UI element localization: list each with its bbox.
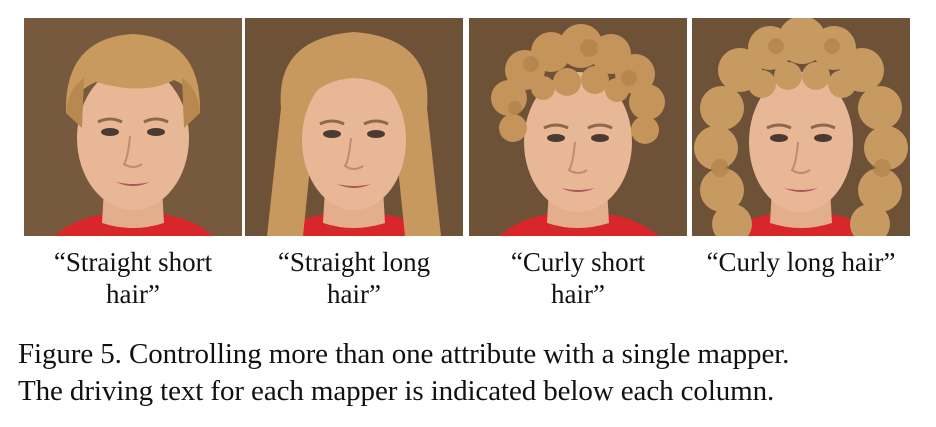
label-line-1: “Straight short bbox=[53, 247, 213, 277]
panel-straight-long: “Straight long hair” bbox=[245, 18, 463, 309]
label-line-2: hair” bbox=[327, 279, 381, 309]
panel-curly-long: “Curly long hair” bbox=[692, 18, 910, 277]
face-illustration bbox=[469, 18, 687, 236]
label-line-2: hair” bbox=[106, 279, 160, 309]
face-illustration bbox=[24, 18, 242, 236]
panel-label: “Curly long hair” bbox=[680, 246, 922, 278]
face-illustration bbox=[245, 18, 463, 236]
face-photo-curly-short bbox=[469, 18, 687, 236]
panel-straight-short: “Straight short hair” bbox=[24, 18, 242, 309]
face-photo-straight-long bbox=[245, 18, 463, 236]
face-illustration bbox=[692, 18, 910, 236]
panel-curly-short: “Curly short hair” bbox=[469, 18, 687, 309]
panel-label: “Straight long hair” bbox=[233, 246, 475, 310]
label-line-1: “Straight long bbox=[277, 247, 431, 277]
panel-label: “Curly short hair” bbox=[457, 246, 699, 310]
label-line-1: “Curly long hair” bbox=[706, 247, 896, 277]
caption-line-1: Figure 5. Controlling more than one attr… bbox=[18, 338, 790, 370]
panel-label: “Straight short hair” bbox=[12, 246, 254, 310]
face-photo-curly-long bbox=[692, 18, 910, 236]
label-line-1: “Curly short bbox=[510, 247, 646, 277]
label-line-2: hair” bbox=[551, 279, 605, 309]
figure-image-row: “Straight short hair” “Straight long hai… bbox=[0, 0, 936, 320]
caption-line-2: The driving text for each mapper is indi… bbox=[18, 375, 775, 407]
figure-caption: Figure 5. Controlling more than one attr… bbox=[18, 336, 928, 410]
face-photo-straight-short bbox=[24, 18, 242, 236]
